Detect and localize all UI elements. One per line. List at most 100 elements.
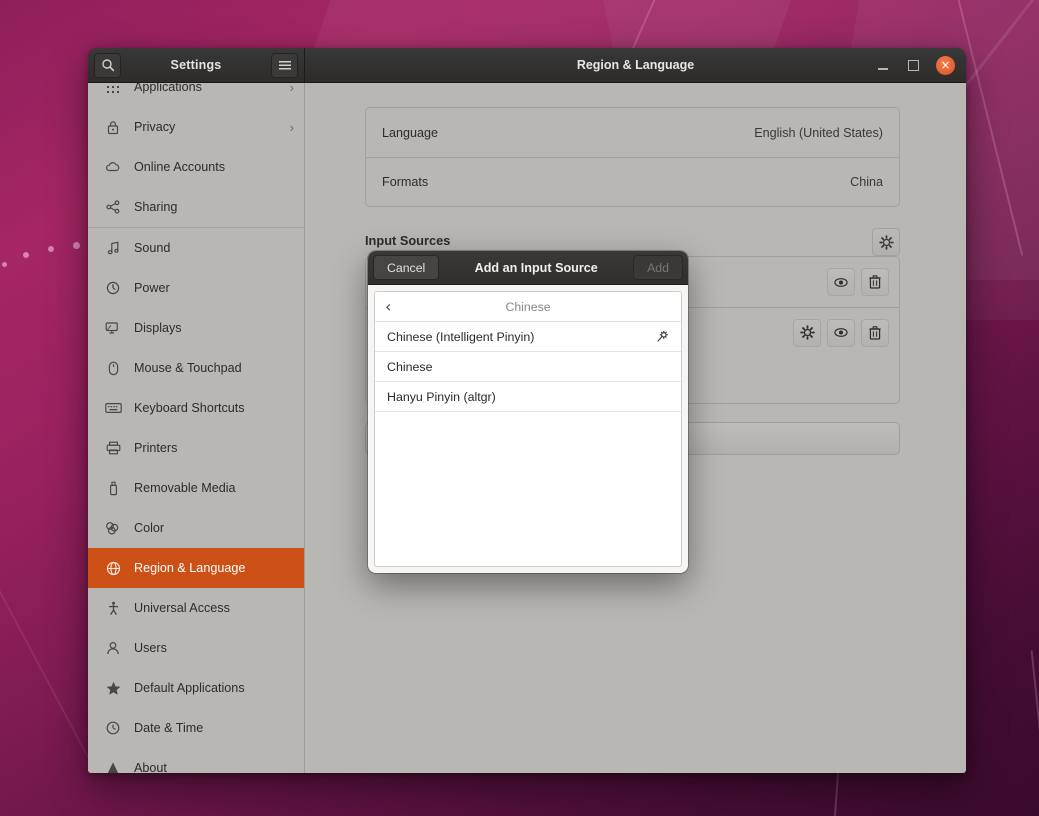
mouse-icon xyxy=(102,361,124,376)
list-item[interactable]: Chinese xyxy=(375,352,681,382)
sidebar-item-label: Removable Media xyxy=(134,481,236,495)
sidebar-scroll-area: Applications › Privacy › Online Accounts… xyxy=(88,83,304,773)
preferences-gear-icon[interactable] xyxy=(656,330,669,343)
dialog-headerbar: Cancel Add an Input Source Add xyxy=(368,251,688,285)
sidebar-item-privacy[interactable]: Privacy › xyxy=(88,107,304,147)
main-menu-button[interactable] xyxy=(271,52,298,78)
input-sources-header: Input Sources xyxy=(365,207,900,256)
chevron-right-icon: › xyxy=(289,83,294,95)
chevron-right-icon: › xyxy=(289,119,294,135)
sidebar-item-date-time[interactable]: Date & Time xyxy=(88,708,304,748)
sidebar-item-default-applications[interactable]: Default Applications xyxy=(88,668,304,708)
preview-layout-button[interactable] xyxy=(827,318,855,347)
search-icon xyxy=(101,58,115,72)
eye-icon xyxy=(834,328,848,337)
sidebar-item-label: Region & Language xyxy=(134,561,246,575)
cloud-icon xyxy=(102,161,124,173)
sidebar-item-mouse-touchpad[interactable]: Mouse & Touchpad xyxy=(88,348,304,388)
search-button[interactable] xyxy=(94,52,121,78)
wallpaper-dot xyxy=(73,242,80,249)
dialog-title: Add an Input Source xyxy=(474,260,598,275)
sidebar-item-label: About xyxy=(134,761,167,773)
dialog-breadcrumb: ‹ Chinese xyxy=(375,292,681,322)
input-sources-title: Input Sources xyxy=(365,233,451,248)
language-formats-frame: Language English (United States) Formats… xyxy=(365,107,900,207)
sidebar-item-region-language[interactable]: Region & Language xyxy=(88,548,304,588)
formats-row[interactable]: Formats China xyxy=(366,157,899,206)
sidebar-item-label: Displays xyxy=(134,321,182,335)
add-input-source-dialog: Cancel Add an Input Source Add ‹ Chinese… xyxy=(368,251,688,573)
sidebar-item-printers[interactable]: Printers xyxy=(88,428,304,468)
wallpaper-dot xyxy=(23,252,29,258)
sidebar-item-label: Privacy xyxy=(134,120,176,134)
sidebar-item-label: Users xyxy=(134,641,167,655)
desktop-background: Settings Region & Language × Application… xyxy=(0,0,1039,816)
content-headerbar: Region & Language × xyxy=(305,48,966,82)
globe-icon xyxy=(102,561,124,576)
sidebar-item-power[interactable]: Power xyxy=(88,268,304,308)
add-button[interactable]: Add xyxy=(633,255,683,280)
breadcrumb-label: Chinese xyxy=(505,299,551,314)
list-item[interactable]: Chinese (Intelligent Pinyin) xyxy=(375,322,681,352)
trash-icon xyxy=(869,325,881,340)
sidebar-item-label: Mouse & Touchpad xyxy=(134,361,242,375)
sidebar-item-displays[interactable]: Displays xyxy=(88,308,304,348)
sidebar-item-sound[interactable]: Sound xyxy=(88,228,304,268)
minimize-button[interactable] xyxy=(874,57,891,74)
sidebar-item-label: Default Applications xyxy=(134,681,245,695)
wallpaper-dot xyxy=(2,262,7,267)
input-source-option-label: Hanyu Pinyin (altgr) xyxy=(387,389,496,404)
sidebar-item-removable-media[interactable]: Removable Media xyxy=(88,468,304,508)
sidebar-item-users[interactable]: Users xyxy=(88,628,304,668)
input-source-option-label: Chinese xyxy=(387,359,433,374)
sidebar-item-label: Keyboard Shortcuts xyxy=(134,401,245,415)
maximize-button[interactable] xyxy=(905,57,922,74)
grid-apps-icon xyxy=(102,83,124,94)
power-icon xyxy=(102,281,124,295)
language-row[interactable]: Language English (United States) xyxy=(366,108,899,157)
sidebar-item-color[interactable]: Color xyxy=(88,508,304,548)
clock-icon xyxy=(102,721,124,735)
sidebar-item-label: Date & Time xyxy=(134,721,204,735)
share-nodes-icon xyxy=(102,200,124,214)
language-value: English (United States) xyxy=(754,125,883,140)
printer-icon xyxy=(102,441,124,455)
gear-icon xyxy=(799,325,815,340)
page-title: Region & Language xyxy=(576,58,695,72)
star-icon xyxy=(102,681,124,696)
monitor-icon xyxy=(102,321,124,335)
sidebar-item-label: Power xyxy=(134,281,170,295)
remove-input-source-button[interactable] xyxy=(861,318,889,347)
sidebar-item-label: Printers xyxy=(134,441,178,455)
language-label: Language xyxy=(382,125,439,140)
dialog-list[interactable]: ‹ Chinese Chinese (Intelligent Pinyin) C… xyxy=(374,291,682,567)
accessibility-icon xyxy=(102,601,124,616)
close-button[interactable]: × xyxy=(936,55,955,75)
chevron-left-icon[interactable]: ‹ xyxy=(385,298,403,315)
formats-label: Formats xyxy=(382,175,429,189)
info-icon xyxy=(102,761,124,773)
sidebar-item-applications[interactable]: Applications › xyxy=(88,83,304,107)
input-sources-options-button[interactable] xyxy=(872,228,900,256)
settings-sidebar[interactable]: Applications › Privacy › Online Accounts… xyxy=(88,83,305,773)
window-controls: × xyxy=(874,55,966,75)
sidebar-item-label: Color xyxy=(134,521,165,535)
sidebar-item-keyboard-shortcuts[interactable]: Keyboard Shortcuts xyxy=(88,388,304,428)
window-titlebar: Settings Region & Language × xyxy=(88,48,966,83)
list-item[interactable]: Hanyu Pinyin (altgr) xyxy=(375,382,681,412)
sidebar-item-sharing[interactable]: Sharing xyxy=(88,187,304,227)
wallpaper-line xyxy=(0,534,93,766)
hamburger-menu-icon xyxy=(278,59,292,71)
sidebar-item-label: Online Accounts xyxy=(134,160,226,174)
sidebar-item-online-accounts[interactable]: Online Accounts xyxy=(88,147,304,187)
sidebar-item-label: Sound xyxy=(134,241,171,255)
formats-value: China xyxy=(850,175,883,189)
sidebar-item-label: Universal Access xyxy=(134,601,230,615)
remove-input-source-button[interactable] xyxy=(861,268,889,296)
sidebar-item-about[interactable]: About xyxy=(88,748,304,773)
sidebar-item-universal-access[interactable]: Universal Access xyxy=(88,588,304,628)
input-source-settings-button[interactable] xyxy=(793,318,821,347)
preview-layout-button[interactable] xyxy=(827,268,855,296)
music-note-icon xyxy=(102,241,124,255)
cancel-button[interactable]: Cancel xyxy=(373,255,440,280)
